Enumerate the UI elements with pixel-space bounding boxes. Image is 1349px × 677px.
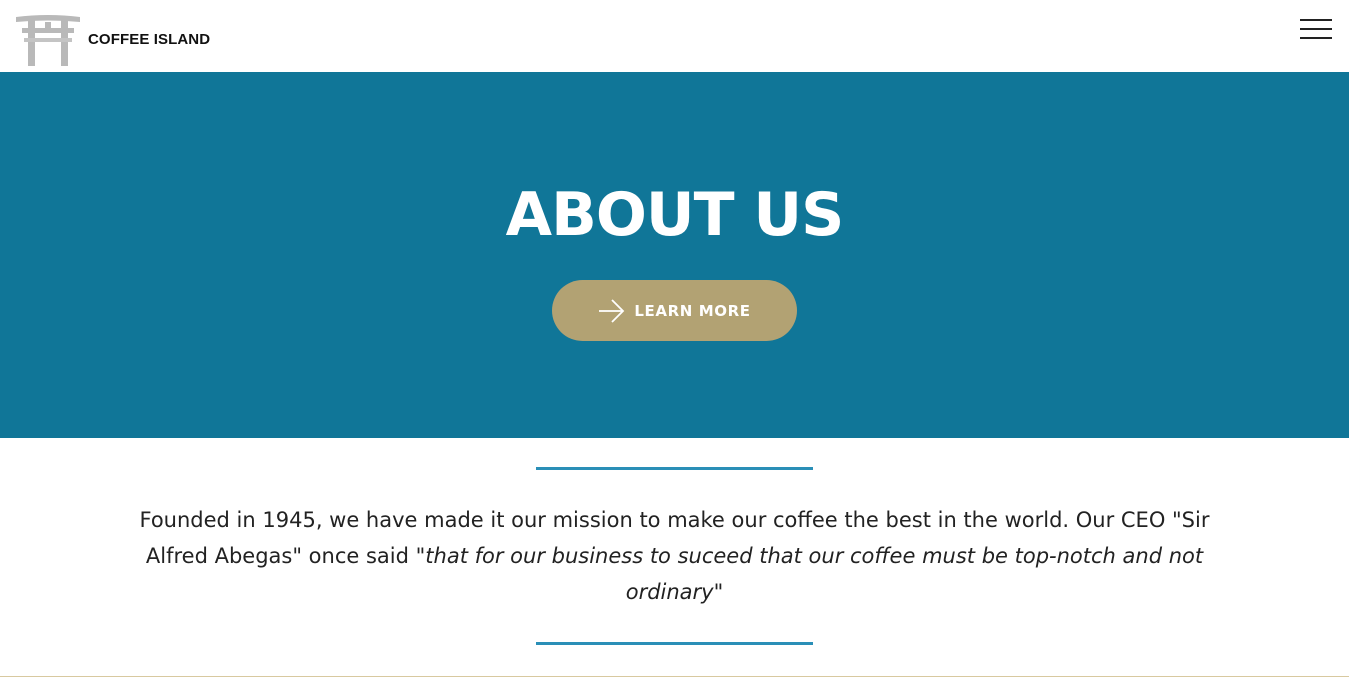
- learn-more-label: LEARN MORE: [634, 301, 751, 320]
- torii-gate-icon: [16, 15, 80, 66]
- learn-more-button[interactable]: LEARN MORE: [552, 280, 797, 341]
- brand-link[interactable]: COFFEE ISLAND: [16, 14, 210, 66]
- navbar: COFFEE ISLAND: [0, 0, 1349, 72]
- about-paragraph: Founded in 1945, we have made it our mis…: [110, 502, 1239, 610]
- hero-banner: ABOUT US LEARN MORE: [0, 72, 1349, 438]
- page-title: ABOUT US: [505, 180, 845, 250]
- hamburger-menu-icon[interactable]: [1300, 19, 1332, 41]
- arrow-right-icon: [599, 298, 625, 323]
- section-divider-bottom: [536, 642, 813, 645]
- section-divider-top: [536, 467, 813, 470]
- ceo-quote: "that for our business to suceed that ou…: [415, 544, 1204, 604]
- brand-name: COFFEE ISLAND: [88, 30, 211, 48]
